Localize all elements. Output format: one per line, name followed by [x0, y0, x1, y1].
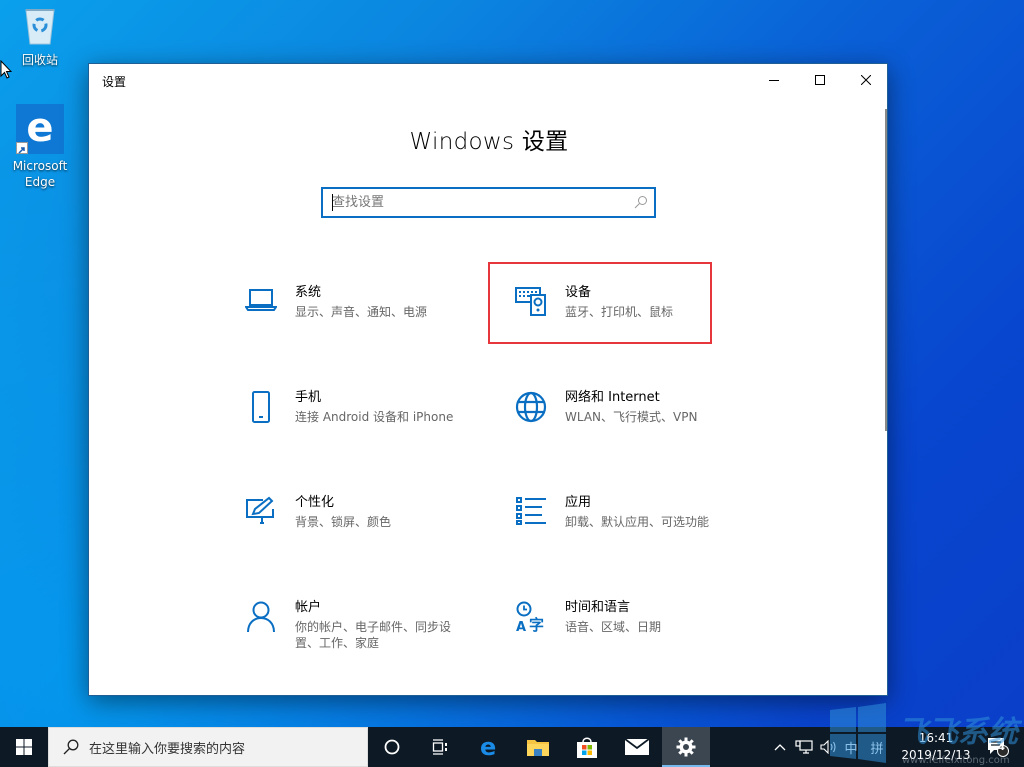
desktop-icon-label: 回收站	[21, 53, 58, 67]
network-wired-icon	[795, 740, 813, 754]
desktop-icon-label: Microsoft Edge	[12, 159, 68, 189]
category-description: 连接 Android 设备和 iPhone	[295, 410, 454, 424]
close-icon	[861, 75, 871, 85]
taskbar-search-box[interactable]: 在这里输入你要搜索的内容	[48, 727, 368, 767]
action-center-button[interactable]: 4	[980, 727, 1016, 767]
phone-icon	[241, 389, 281, 429]
category-devices[interactable]: 设备 蓝牙、打印机、鼠标	[511, 284, 741, 344]
devices-icon	[511, 284, 551, 324]
category-name: 帐户	[295, 600, 322, 615]
settings-search-box[interactable]	[321, 187, 656, 218]
category-name: 时间和语言	[565, 600, 631, 615]
edge-icon: e	[16, 104, 64, 154]
ime-layout-button[interactable]: 拼	[866, 727, 888, 767]
category-name: 个性化	[295, 495, 335, 510]
show-hidden-icons-button[interactable]	[770, 727, 790, 767]
page-title: Windows 设置	[409, 129, 569, 155]
scrollbar[interactable]	[885, 109, 887, 431]
taskbar-search-placeholder: 在这里输入你要搜索的内容	[89, 741, 246, 757]
search-icon	[63, 739, 79, 755]
category-accounts[interactable]: 帐户 你的帐户、电子邮件、同步设 置、工作、家庭	[241, 599, 471, 659]
category-personalization[interactable]: 个性化 背景、锁屏、颜色	[241, 494, 471, 554]
time-language-icon: A字	[511, 599, 551, 639]
personalization-icon	[241, 494, 281, 534]
volume-icon	[820, 740, 836, 754]
chevron-up-icon	[774, 744, 786, 751]
edge-icon: e	[480, 736, 496, 758]
file-explorer-icon	[527, 740, 549, 756]
category-time-language[interactable]: A字 时间和语言 语音、区域、日期	[511, 599, 741, 659]
category-name: 网络和 Internet	[565, 390, 660, 405]
clock-date: 2019/12/13	[901, 748, 971, 762]
apps-list-icon	[511, 494, 551, 534]
task-view-button[interactable]	[416, 727, 464, 767]
mail-button[interactable]	[613, 727, 661, 767]
start-button[interactable]	[0, 727, 48, 767]
category-phone[interactable]: 手机 连接 Android 设备和 iPhone	[241, 389, 471, 449]
close-button[interactable]	[843, 64, 889, 96]
category-description: 蓝牙、打印机、鼠标	[565, 305, 674, 319]
svg-text:字: 字	[529, 616, 544, 633]
cortana-circle-icon	[384, 739, 400, 755]
category-name: 应用	[565, 495, 592, 510]
title-bar[interactable]: 设置	[89, 64, 887, 96]
svg-text:e: e	[480, 736, 496, 758]
category-name: 手机	[295, 390, 322, 405]
laptop-icon	[241, 284, 281, 324]
svg-text:A: A	[516, 620, 526, 633]
cortana-button[interactable]	[368, 727, 416, 767]
category-description: 你的帐户、电子邮件、同步设 置、工作、家庭	[295, 620, 452, 650]
maximize-button[interactable]	[797, 64, 843, 96]
category-description: 背景、锁屏、颜色	[295, 515, 392, 529]
desktop-icon-edge[interactable]: e Microsoft Edge	[2, 104, 78, 190]
category-system[interactable]: 系统 显示、声音、通知、电源	[241, 284, 471, 344]
category-name: 设备	[565, 285, 592, 300]
file-explorer-button[interactable]	[514, 727, 562, 767]
volume-tray-button[interactable]	[817, 727, 841, 767]
taskbar: 在这里输入你要搜索的内容 e 中 拼 16:41 2019/12/13 4	[0, 727, 1024, 767]
network-tray-button[interactable]	[792, 727, 816, 767]
category-description: 卸载、默认应用、可选功能	[565, 515, 710, 529]
desktop-icon-recycle-bin[interactable]: 回收站	[2, 6, 78, 68]
settings-window: 设置 Windows 设置 系统 显示、声音、通知、电源 设备	[88, 63, 888, 696]
ime-mode-button[interactable]: 中	[840, 727, 862, 767]
mail-icon	[625, 739, 649, 755]
task-view-icon	[432, 739, 447, 755]
clock[interactable]: 16:41 2019/12/13	[896, 727, 976, 767]
store-icon	[577, 737, 597, 758]
shortcut-arrow-icon	[16, 142, 28, 154]
category-description: 语音、区域、日期	[565, 620, 662, 634]
category-description: WLAN、飞行模式、VPN	[565, 410, 698, 424]
settings-search-input[interactable]	[323, 189, 623, 216]
clock-time: 16:41	[918, 731, 954, 745]
minimize-icon	[769, 80, 779, 81]
category-network[interactable]: 网络和 Internet WLAN、飞行模式、VPN	[511, 389, 741, 449]
taskbar-settings-button[interactable]	[662, 727, 710, 767]
category-description: 显示、声音、通知、电源	[295, 305, 428, 319]
store-button[interactable]	[563, 727, 611, 767]
settings-gear-icon	[676, 737, 696, 757]
globe-icon	[511, 389, 551, 429]
notification-count-badge: 4	[998, 742, 1005, 753]
category-name: 系统	[295, 285, 322, 300]
text-caret	[332, 194, 333, 211]
window-title: 设置	[102, 75, 127, 89]
mouse-cursor-icon	[0, 59, 13, 84]
minimize-button[interactable]	[751, 64, 797, 96]
person-icon	[241, 599, 281, 639]
maximize-icon	[815, 75, 825, 85]
category-apps[interactable]: 应用 卸载、默认应用、可选功能	[511, 494, 741, 554]
taskbar-edge-button[interactable]: e	[466, 727, 514, 767]
windows-logo-icon	[16, 739, 32, 755]
search-icon	[634, 196, 647, 209]
recycle-bin-icon	[23, 6, 57, 46]
